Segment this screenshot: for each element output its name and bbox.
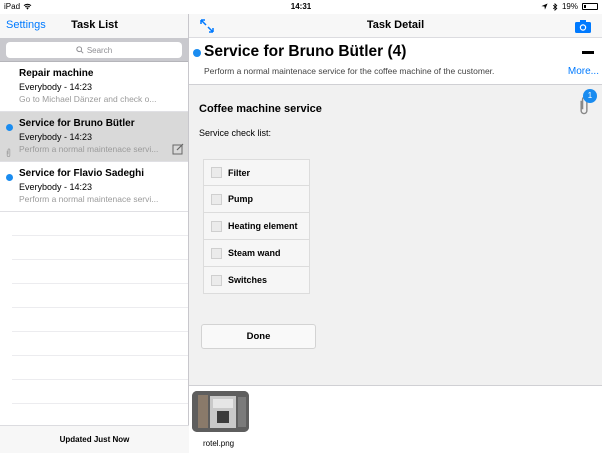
checklist-item-heating-element[interactable]: Heating element	[203, 213, 310, 240]
empty-row	[12, 356, 188, 380]
battery-icon	[582, 3, 598, 10]
checkbox[interactable]	[211, 193, 222, 205]
checklist-item-filter[interactable]: Filter	[203, 159, 310, 186]
search-input[interactable]: Search	[6, 42, 182, 58]
empty-row	[12, 380, 188, 404]
task-description: Go to Michael Dänzer and check o...	[19, 94, 157, 104]
task-title: Service for Bruno Bütler	[19, 118, 135, 129]
task-detail-navbar: Task Detail	[189, 14, 602, 38]
form-section-title: Coffee machine service	[199, 103, 322, 115]
checklist-item-label: Pump	[228, 194, 254, 204]
empty-row	[12, 236, 188, 260]
task-list-title: Task List	[71, 19, 118, 31]
search-bar: Search	[0, 38, 188, 62]
update-status-footer: Updated Just Now	[0, 425, 189, 453]
task-detail-description: Perform a normal maintenace service for …	[204, 66, 495, 76]
battery-fill	[584, 5, 586, 8]
task-row-repair-machine[interactable]: Repair machine Everybody - 14:23 Go to M…	[0, 62, 188, 112]
search-icon	[76, 46, 84, 54]
task-title: Repair machine	[19, 68, 94, 79]
attachment-count-badge: 1	[583, 89, 597, 103]
location-icon	[541, 3, 548, 10]
task-row-service-flavio[interactable]: Service for Flavio Sadeghi Everybody - 1…	[0, 162, 188, 212]
task-subtitle: Everybody - 14:23	[19, 182, 93, 192]
checkbox[interactable]	[211, 167, 222, 178]
bluetooth-icon	[552, 2, 558, 11]
task-description: Perform a normal maintenace servi...	[19, 144, 159, 154]
task-detail-heading: Service for Bruno Bütler (4)	[204, 43, 407, 60]
more-link[interactable]: More...	[568, 66, 599, 77]
empty-row	[12, 308, 188, 332]
task-subtitle: Everybody - 14:23	[19, 82, 93, 92]
task-list: Repair machine Everybody - 14:23 Go to M…	[0, 62, 188, 212]
task-list-pane: Settings Task List Search Repair machine…	[0, 14, 189, 453]
checklist-item-label: Switches	[228, 275, 268, 285]
checkbox[interactable]	[211, 247, 222, 259]
attachment-strip: rotel.png	[189, 385, 602, 453]
checkbox[interactable]	[211, 220, 222, 232]
checklist-item-switches[interactable]: Switches	[203, 267, 310, 294]
status-bar: iPad 14:31 19%	[0, 0, 602, 14]
service-checklist: Filter Pump Heating element Steam wand S…	[203, 159, 310, 294]
task-description: Perform a normal maintenace servi...	[19, 194, 159, 204]
service-form: Coffee machine service 1 Service check l…	[189, 85, 602, 385]
update-status-label: Updated Just Now	[59, 435, 130, 444]
task-list-navbar: Settings Task List	[0, 14, 188, 38]
checklist-item-label: Steam wand	[228, 248, 281, 258]
paperclip-icon	[6, 148, 11, 157]
minus-icon[interactable]	[582, 51, 594, 54]
status-right: 19%	[541, 2, 598, 11]
unread-dot	[6, 124, 13, 131]
search-placeholder: Search	[86, 45, 113, 55]
checklist-item-label: Heating element	[228, 221, 298, 231]
empty-list-area	[0, 212, 188, 404]
checklist-label: Service check list:	[199, 128, 272, 138]
status-time: 14:31	[290, 2, 312, 11]
task-detail-title: Task Detail	[366, 19, 425, 31]
task-title: Service for Flavio Sadeghi	[19, 168, 145, 179]
empty-row	[12, 332, 188, 356]
attachment-thumbnail[interactable]	[192, 391, 249, 432]
task-subtitle: Everybody - 14:23	[19, 132, 93, 142]
coffee-machine-image	[192, 391, 249, 432]
unread-dot	[6, 174, 13, 181]
task-detail-pane: Task Detail Service for Bruno Bütler (4)…	[189, 14, 602, 453]
edit-icon[interactable]	[172, 143, 184, 155]
battery-percent: 19%	[561, 2, 578, 11]
checkbox[interactable]	[211, 274, 222, 286]
task-header: Service for Bruno Bütler (4) Perform a n…	[189, 38, 602, 85]
empty-row	[12, 284, 188, 308]
checklist-item-steam-wand[interactable]: Steam wand	[203, 240, 310, 267]
checklist-item-label: Filter	[228, 167, 251, 178]
task-row-service-bruno[interactable]: Service for Bruno Bütler Everybody - 14:…	[0, 112, 188, 162]
checklist-item-pump[interactable]: Pump	[203, 186, 310, 213]
camera-icon[interactable]	[574, 18, 592, 34]
empty-row	[12, 260, 188, 284]
unread-dot	[193, 49, 201, 57]
attachment-caption: rotel.png	[203, 439, 235, 448]
done-button[interactable]: Done	[201, 324, 316, 349]
empty-row	[12, 212, 188, 236]
